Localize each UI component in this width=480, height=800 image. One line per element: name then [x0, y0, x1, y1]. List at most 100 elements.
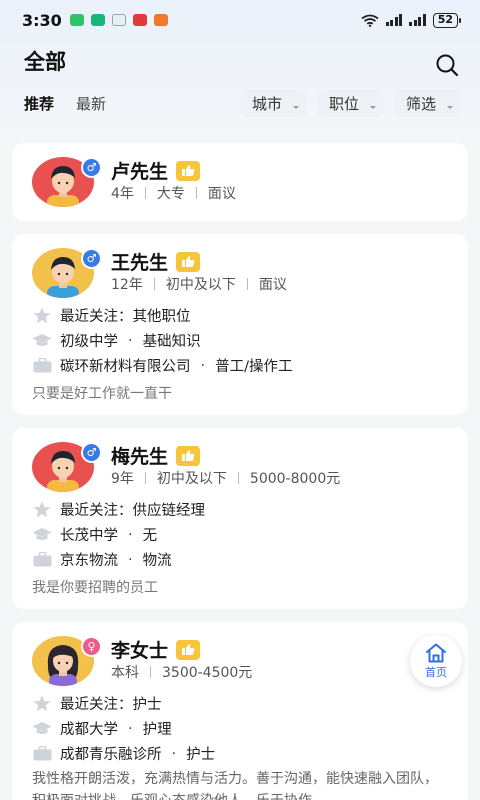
company-name: 碳环新材料有限公司 [60, 359, 191, 375]
app-notification-icon [90, 14, 105, 26]
wechat-icon [69, 14, 84, 26]
app-notification-icon-2 [153, 14, 168, 26]
dropdown-triangle-icon [369, 106, 376, 109]
status-bar: 3:30 52 [0, 0, 480, 40]
thumbs-up-badge-icon [176, 251, 201, 272]
avatar: ♀ [32, 636, 102, 688]
female-gender-icon: ♀ [81, 636, 102, 657]
home-icon [426, 643, 446, 662]
city-filter[interactable]: 城市 [240, 89, 306, 117]
battery-indicator: 52 [432, 12, 462, 28]
candidate-card[interactable]: ♀ 李女士 本科 3500-4500元 最近关注：护士 成都大学 · 护理 成都… [12, 622, 468, 800]
recent-focus-row: 最近关注：护士 [32, 693, 162, 714]
tmall-icon [132, 14, 147, 26]
male-gender-icon: ♂ [81, 442, 102, 463]
job-position: 护士 [186, 747, 216, 763]
experience: 4年 [111, 186, 134, 202]
male-gender-icon: ♂ [81, 157, 102, 178]
recent-focus-row: 最近关注：供应链经理 [32, 499, 205, 520]
avatar: ♂ [32, 442, 102, 494]
education: 初中及以下 [165, 277, 236, 293]
salary: 面议 [258, 277, 287, 293]
signal-icon-2 [409, 14, 426, 26]
tab-latest[interactable]: 最新 [76, 93, 106, 114]
signal-icon-1 [385, 14, 403, 26]
candidate-name: 梅先生 [111, 446, 169, 468]
thumbs-up-badge-icon [176, 445, 201, 466]
candidate-description: 只要是好工作就一直干 [32, 386, 172, 402]
thumbs-up-badge-icon [176, 160, 201, 181]
candidate-card[interactable]: ♂ 王先生 12年 初中及以下 面议 最近关注：其他职位 初级中学 · 基础知识… [12, 234, 468, 415]
major-name: 基础知识 [142, 334, 201, 350]
avatar: ♂ [32, 157, 102, 209]
more-filter-label: 筛选 [405, 94, 436, 113]
briefcase-icon [32, 746, 52, 762]
status-time: 3:30 [22, 10, 62, 30]
education-row: 初级中学 · 基础知识 [32, 330, 201, 351]
recent-focus-text: 最近关注：供应链经理 [60, 503, 205, 519]
star-icon [32, 695, 52, 712]
education: 初中及以下 [156, 471, 227, 487]
recent-focus-text: 最近关注：护士 [60, 697, 162, 713]
male-gender-icon: ♂ [81, 248, 102, 269]
education: 大专 [156, 186, 185, 202]
graduation-cap-icon [32, 333, 52, 349]
candidate-description: 我是你要招聘的员工 [32, 580, 158, 596]
school-name: 成都大学 [60, 722, 118, 738]
job-position: 物流 [142, 553, 172, 569]
candidate-name: 卢先生 [111, 161, 169, 183]
company-name: 京东物流 [60, 553, 118, 569]
cloud-icon [111, 14, 126, 26]
briefcase-icon [32, 358, 52, 374]
city-filter-label: 城市 [251, 94, 282, 113]
candidate-card[interactable]: ♂ 卢先生 4年 大专 面议 [12, 143, 468, 221]
work-row: 碳环新材料有限公司 · 普工/操作工 [32, 355, 293, 376]
position-filter-label: 职位 [328, 94, 359, 113]
tab-recommended[interactable]: 推荐 [24, 93, 54, 114]
filter-bar: 城市 职位 筛选 [240, 89, 460, 117]
company-name: 成都青乐融诊所 [60, 747, 162, 763]
education-row: 长茂中学 · 无 [32, 524, 157, 545]
experience: 12年 [111, 277, 143, 293]
position-filter[interactable]: 职位 [317, 89, 383, 117]
candidate-name: 李女士 [111, 640, 169, 662]
school-name: 初级中学 [60, 334, 118, 350]
school-name: 长茂中学 [60, 528, 118, 544]
candidate-name: 王先生 [111, 252, 169, 274]
wifi-icon [361, 14, 379, 27]
graduation-cap-icon [32, 721, 52, 737]
candidate-description: 我性格开朗活泼，充满热情与活力。善于沟通，能快速融入团队，积极面对挑战，乐观心态… [32, 771, 438, 800]
recent-focus-row: 最近关注：其他职位 [32, 305, 191, 326]
education-row: 成都大学 · 护理 [32, 718, 172, 739]
candidate-meta: 本科 3500-4500元 [111, 662, 252, 682]
candidate-meta: 12年 初中及以下 面议 [111, 274, 287, 294]
salary: 3500-4500元 [162, 665, 253, 681]
page-title: 全部 [24, 50, 66, 74]
job-position: 普工/操作工 [215, 359, 293, 375]
star-icon [32, 501, 52, 518]
salary: 5000-8000元 [249, 471, 341, 487]
home-button[interactable]: 首页 [410, 635, 462, 687]
candidate-meta: 4年 大专 面议 [111, 183, 236, 203]
salary: 面议 [207, 186, 236, 202]
work-row: 成都青乐融诊所 · 护士 [32, 743, 215, 764]
home-button-label: 首页 [425, 665, 447, 679]
experience: 9年 [111, 471, 134, 487]
recent-focus-text: 最近关注：其他职位 [60, 309, 191, 325]
star-icon [32, 307, 52, 324]
work-row: 京东物流 · 物流 [32, 549, 172, 570]
education: 本科 [111, 665, 139, 681]
avatar: ♂ [32, 248, 102, 300]
major-name: 无 [142, 528, 158, 544]
tab-bar: 推荐 最新 [24, 93, 106, 114]
graduation-cap-icon [32, 527, 52, 543]
dropdown-triangle-icon [292, 106, 299, 109]
major-name: 护理 [142, 722, 172, 738]
thumbs-up-badge-icon [176, 639, 201, 660]
dropdown-triangle-icon [447, 106, 453, 109]
briefcase-icon [32, 552, 52, 568]
search-icon[interactable] [434, 52, 460, 78]
candidate-card[interactable]: ♂ 梅先生 9年 初中及以下 5000-8000元 最近关注：供应链经理 长茂中… [12, 428, 468, 609]
more-filter[interactable]: 筛选 [394, 89, 460, 117]
candidate-meta: 9年 初中及以下 5000-8000元 [111, 468, 340, 488]
